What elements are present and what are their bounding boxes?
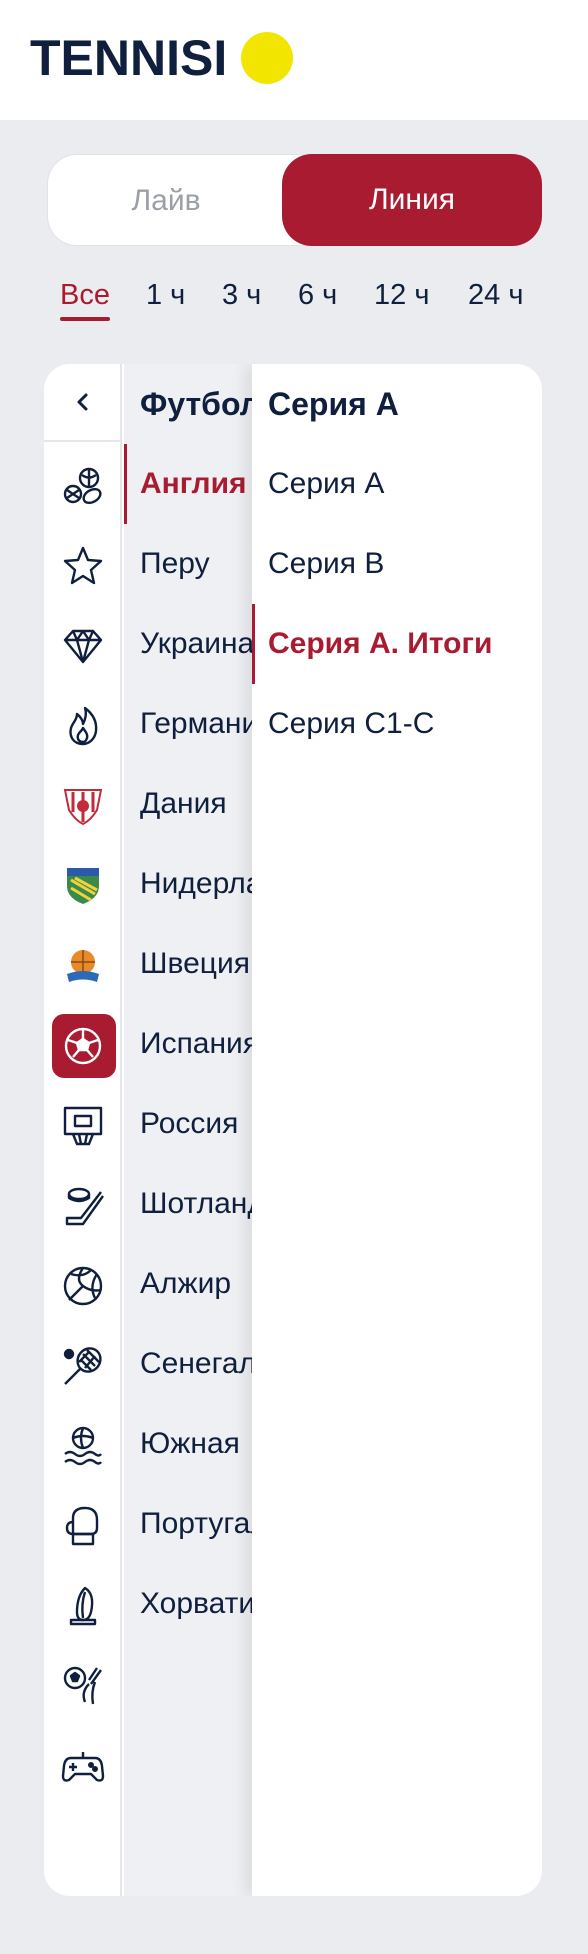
country-item-portugal[interactable]: Португалия [124, 1484, 264, 1564]
rail-item-multisport[interactable] [44, 452, 122, 520]
rail-item-hockey[interactable] [44, 1172, 122, 1240]
country-item-spain[interactable]: Испания [124, 1004, 264, 1084]
fire-icon [69, 706, 98, 746]
rail-item-club-3[interactable] [44, 932, 122, 1000]
rail-item-esports[interactable] [44, 1732, 122, 1800]
rail-item-volleyball[interactable] [44, 1252, 122, 1320]
rail-item-tennis[interactable] [44, 1332, 122, 1400]
league-item-serie-c1-c[interactable]: Серия С1-С [252, 684, 542, 764]
country-list: Футбол Англия Перу Украина Германия Дани… [124, 364, 264, 1896]
chevron-left-icon [77, 393, 88, 411]
time-filter-1h[interactable]: 1 ч [146, 275, 185, 315]
multisport-icon [63, 467, 102, 505]
sport-rail [44, 364, 122, 1896]
league-item-serie-a[interactable]: Серия А [252, 444, 542, 524]
rail-item-football-specials[interactable] [44, 1652, 122, 1720]
country-item-south[interactable]: Южная [124, 1404, 264, 1484]
volleyball-icon [63, 1266, 103, 1306]
country-item-peru[interactable]: Перу [124, 524, 264, 604]
time-filter-24h[interactable]: 24 ч [468, 275, 523, 315]
logo-ball-icon [241, 32, 294, 84]
hockey-icon [65, 1187, 104, 1226]
rail-item-football[interactable] [44, 1012, 122, 1080]
diamond-icon [63, 629, 103, 664]
country-item-sweden[interactable]: Швеция [124, 924, 264, 1004]
sports-panel: Футбол Англия Перу Украина Германия Дани… [44, 364, 542, 1896]
country-item-ukraine[interactable]: Украина [124, 604, 264, 684]
time-filter-all[interactable]: Все [60, 275, 110, 321]
country-item-germany[interactable]: Германия [124, 684, 264, 764]
time-filter: Все 1 ч 3 ч 6 ч 12 ч 24 ч [60, 275, 540, 325]
time-filter-12h[interactable]: 12 ч [374, 275, 429, 315]
country-item-england[interactable]: Англия [124, 444, 264, 524]
rail-item-hot[interactable] [44, 692, 122, 760]
water-polo-icon [64, 1426, 102, 1466]
rail-item-club-1[interactable] [44, 772, 122, 840]
boxing-glove-icon [65, 1506, 99, 1546]
line-tab[interactable]: Линия [282, 154, 542, 246]
league-item-serie-a-outrights[interactable]: Серия А. Итоги [252, 604, 542, 684]
country-item-scotland[interactable]: Шотландия [124, 1164, 264, 1244]
rail-item-basketball[interactable] [44, 1092, 122, 1160]
football-icon [64, 1027, 102, 1065]
live-tab[interactable]: Лайв [48, 155, 284, 247]
country-item-russia[interactable]: Россия [124, 1084, 264, 1164]
rail-item-club-2[interactable] [44, 852, 122, 920]
league-item-serie-b[interactable]: Серия B [252, 524, 542, 604]
country-item-denmark[interactable]: Дания [124, 764, 264, 844]
tennisi-logo[interactable]: TENNISI [30, 28, 294, 88]
country-item-netherlands[interactable]: Нидерланды [124, 844, 264, 924]
rail-item-favorites[interactable] [44, 532, 122, 600]
tennis-icon [63, 1347, 102, 1385]
star-icon [63, 546, 103, 585]
rail-item-water-polo[interactable] [44, 1412, 122, 1480]
country-item-croatia[interactable]: Хорватия [124, 1564, 264, 1644]
app-header: TENNISI [0, 0, 588, 120]
country-item-algeria[interactable]: Алжир [124, 1244, 264, 1324]
back-button[interactable] [44, 364, 122, 442]
sport-title: Футбол [140, 386, 261, 422]
country-item-senegal[interactable]: Сенегал [124, 1324, 264, 1404]
live-line-toggle: Лайв Линия [47, 154, 542, 247]
rail-item-premium[interactable] [44, 612, 122, 680]
gamepad-icon [61, 1752, 105, 1782]
rail-item-boxing[interactable] [44, 1492, 122, 1560]
time-filter-6h[interactable]: 6 ч [298, 275, 337, 315]
club-crest-basket-icon [67, 950, 99, 982]
club-crest-green-icon [67, 868, 99, 904]
club-crest-red-icon [63, 789, 103, 826]
rail-item-surfing[interactable] [44, 1572, 122, 1640]
surfboard-icon [69, 1586, 97, 1626]
football-hand-icon [63, 1666, 102, 1705]
basketball-hoop-icon [63, 1106, 103, 1146]
logo-text: TENNISI [30, 30, 228, 86]
league-panel-title: Серия А [268, 386, 399, 422]
time-filter-3h[interactable]: 3 ч [222, 275, 261, 315]
league-list: Серия А Серия А Серия B Серия А. Итоги С… [252, 364, 542, 1896]
